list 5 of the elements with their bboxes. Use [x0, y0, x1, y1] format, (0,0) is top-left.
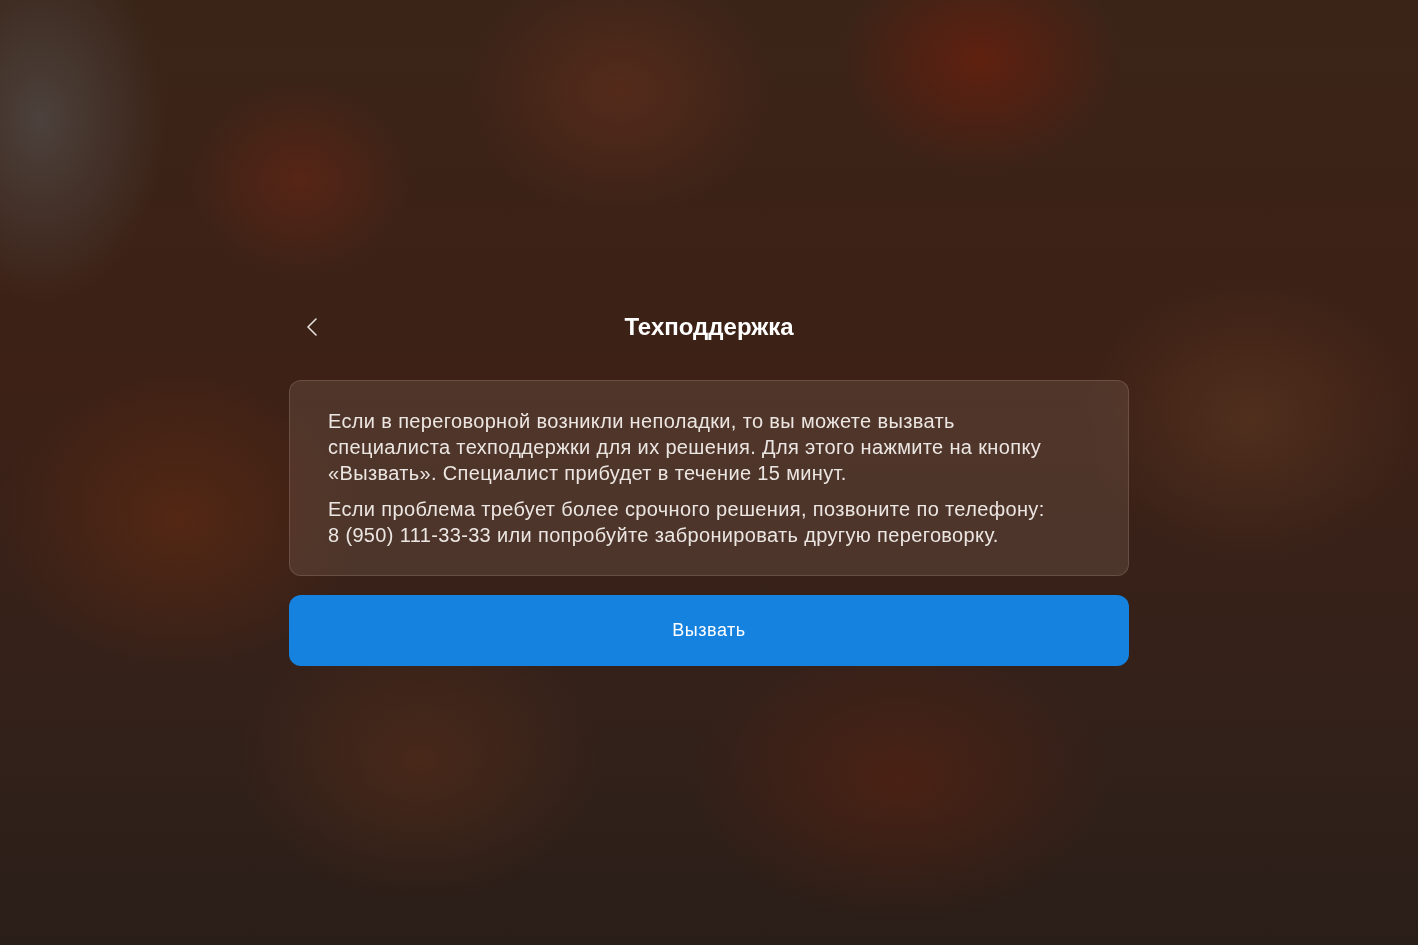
- info-paragraph: Если в переговорной возникли неполадки, то вы можете вызвать специалиста техподдержки для их решения. Для этого нажмите на кнопку «Вызвать». Специалист прибудет в течение 15 минут.: [328, 409, 1043, 486]
- page-title: Техподдержка: [624, 313, 794, 341]
- call-button[interactable]: Вызвать: [289, 595, 1129, 666]
- info-paragraph: Если проблема требует более срочного решения, позвоните по телефону: 8 (950) 111-33-33 или попробуйте забронировать другую переговорку.: [328, 497, 1046, 548]
- chevron-left-icon: [307, 318, 317, 336]
